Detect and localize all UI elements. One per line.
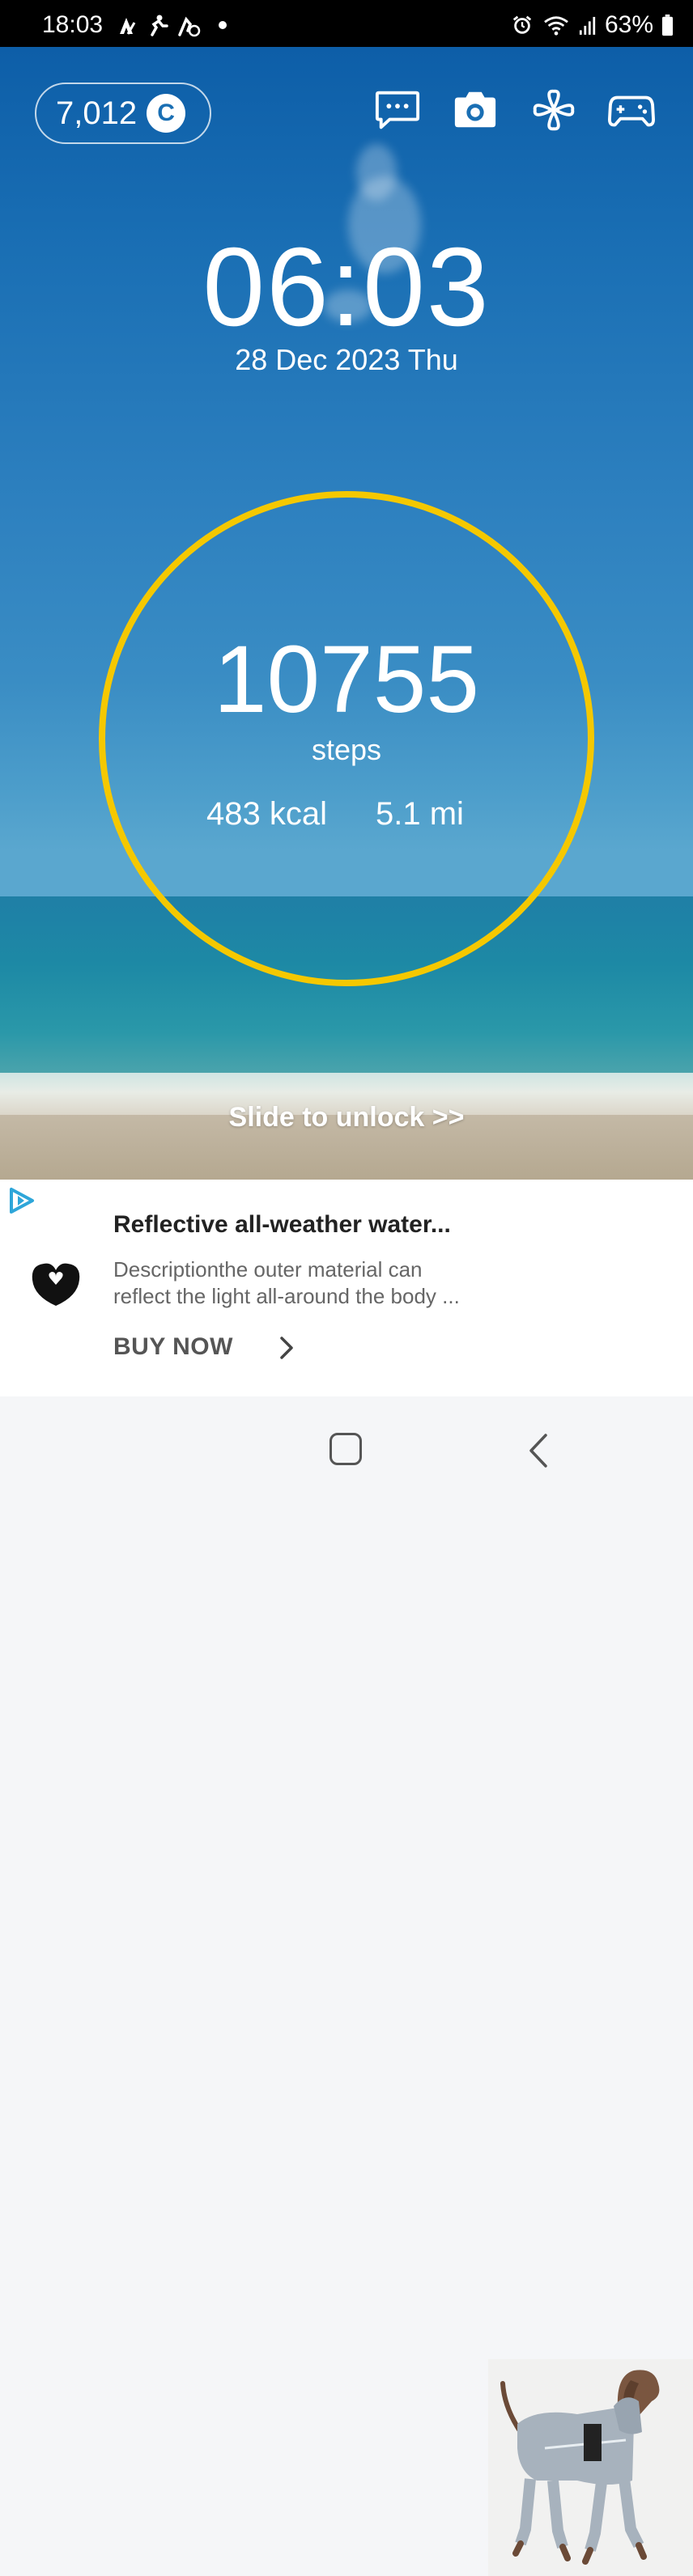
chevron-right-icon[interactable] [275, 1333, 298, 1362]
signal-icon [579, 16, 596, 35]
steps-count: 10755 [213, 626, 480, 733]
battery-percent: 63% [604, 11, 653, 38]
steps-label: steps [311, 733, 382, 766]
camera-icon [454, 91, 496, 128]
clover-button[interactable] [529, 87, 578, 133]
lockscreen-clock: 06:03 [202, 225, 491, 350]
chat-icon [375, 91, 420, 129]
status-bar: 18:03 63% [0, 0, 693, 47]
notification-dot [219, 21, 227, 29]
ad-product-image[interactable] [488, 2359, 693, 2576]
lockscreen-date: 28 Dec 2023 Thu [235, 343, 458, 376]
slide-to-unlock[interactable]: Slide to unlock >> [0, 1102, 693, 1133]
status-system-icons: 63% [511, 11, 674, 39]
ad-description: Descriptionthe outer material can reflec… [113, 1257, 460, 1308]
home-button[interactable] [329, 1433, 362, 1465]
ad-title[interactable]: Reflective all-weather water... [113, 1211, 470, 1239]
dog-in-raincoat-image [488, 2359, 693, 2576]
runner-icon [151, 15, 168, 36]
calories-value: 483 kcal [206, 796, 327, 832]
wifi-icon [544, 16, 568, 36]
buy-now-button[interactable]: BUY NOW [113, 1333, 233, 1361]
battery-icon [661, 14, 674, 36]
clover-icon [533, 89, 575, 131]
coin-icon: C [147, 94, 186, 133]
brand-logo-icon [32, 1263, 80, 1306]
game-button[interactable] [607, 87, 656, 133]
coin-value: 7,012 [56, 95, 138, 131]
run-clock-icon [178, 16, 201, 37]
ad-choices-icon[interactable] [8, 1186, 37, 1215]
status-time: 18:03 [42, 11, 104, 38]
gamepad-icon [608, 95, 655, 127]
status-notification-icons [115, 13, 227, 37]
coin-balance[interactable]: 7,012 C [35, 83, 211, 144]
alarm-icon [512, 15, 532, 34]
distance-value: 5.1 mi [376, 796, 464, 832]
back-icon[interactable] [526, 1432, 551, 1469]
strava-icon [120, 18, 136, 35]
chat-button[interactable] [373, 87, 422, 133]
camera-button[interactable] [451, 87, 500, 133]
